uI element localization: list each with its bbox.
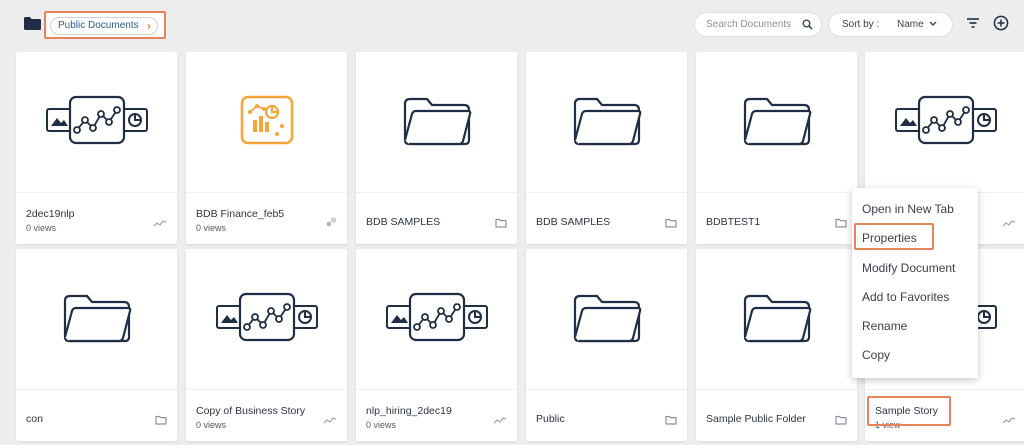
document-footer: con — [16, 389, 177, 441]
story-icon — [213, 289, 321, 350]
document-footer: BDB Finance_feb5 0 views — [186, 192, 347, 244]
document-footer: nlp_hiring_2dec19 0 views — [356, 389, 517, 441]
document-card[interactable]: Copy of Business Story 0 views — [186, 249, 347, 441]
trend-icon — [323, 412, 337, 430]
story-icon — [43, 92, 151, 153]
document-name[interactable]: BDB Finance_feb5 — [196, 208, 284, 220]
trend-icon — [493, 412, 507, 430]
document-views: 0 views — [366, 420, 397, 430]
document-views: 0 views — [26, 223, 57, 233]
document-name[interactable]: Public — [536, 413, 565, 425]
trend-icon — [1002, 412, 1016, 430]
menu-item-rename[interactable]: Rename — [862, 319, 907, 333]
folder-icon — [665, 215, 677, 233]
folder-icon — [155, 412, 167, 430]
document-card[interactable]: Public — [526, 249, 687, 441]
document-thumbnail[interactable] — [356, 249, 517, 389]
document-footer: BDBTEST1 — [696, 192, 857, 244]
document-footer: Public — [526, 389, 687, 441]
trend-icon — [1002, 215, 1016, 233]
document-views: 0 views — [196, 223, 227, 233]
add-icon[interactable] — [993, 15, 1009, 31]
document-footer: Copy of Business Story 0 views — [186, 389, 347, 441]
document-name[interactable]: BDBTEST1 — [706, 216, 760, 228]
document-card[interactable]: BDBTEST1 — [696, 52, 857, 244]
sort-label: Sort by : — [842, 19, 880, 30]
document-footer: Sample Public Folder — [696, 389, 857, 441]
document-thumbnail[interactable] — [16, 249, 177, 389]
document-thumbnail[interactable] — [186, 52, 347, 192]
menu-item-properties[interactable]: Properties — [862, 231, 917, 245]
document-name[interactable]: BDB SAMPLES — [366, 216, 440, 228]
folder-icon — [835, 412, 847, 430]
search-input[interactable]: Search Documents — [694, 12, 822, 37]
document-footer: 2dec19nlp 0 views — [16, 192, 177, 244]
breadcrumb: Public Documents › — [44, 11, 166, 39]
sort-dropdown[interactable]: Sort by : Name — [828, 12, 953, 37]
document-views: 0 views — [196, 420, 227, 430]
chevron-down-icon — [929, 21, 937, 26]
folder-icon — [741, 94, 813, 151]
filter-icon[interactable] — [966, 17, 980, 29]
document-name[interactable]: BDB SAMPLES — [536, 216, 610, 228]
folder-icon — [495, 215, 507, 233]
document-name[interactable]: Copy of Business Story — [196, 405, 305, 417]
sort-value: Name — [897, 19, 924, 30]
document-thumbnail[interactable] — [356, 52, 517, 192]
folder-icon — [835, 215, 847, 233]
document-thumbnail[interactable] — [16, 52, 177, 192]
document-card[interactable]: BDB SAMPLES — [356, 52, 517, 244]
breadcrumb-public-documents[interactable]: Public Documents › — [50, 17, 158, 35]
document-card[interactable]: BDB Finance_feb5 0 views — [186, 52, 347, 244]
menu-item-add-to-favorites[interactable]: Add to Favorites — [862, 290, 949, 304]
search-icon[interactable] — [802, 19, 813, 30]
search-placeholder: Search Documents — [706, 19, 792, 30]
document-card[interactable]: Sample Public Folder — [696, 249, 857, 441]
document-name[interactable]: 2dec19nlp — [26, 208, 74, 220]
document-thumbnail[interactable] — [696, 249, 857, 389]
dashboard-icon — [325, 215, 337, 233]
folder-icon — [61, 291, 133, 348]
top-toolbar: Public Documents › Search Documents Sort… — [0, 0, 1024, 46]
document-thumbnail[interactable] — [526, 52, 687, 192]
folder-icon — [401, 94, 473, 151]
folder-icon — [571, 94, 643, 151]
document-name[interactable]: con — [26, 413, 43, 425]
selected-document-highlight — [867, 396, 951, 426]
document-card[interactable]: nlp_hiring_2dec19 0 views — [356, 249, 517, 441]
dashboard-icon — [239, 94, 295, 151]
story-icon — [892, 92, 1000, 153]
document-thumbnail[interactable] — [526, 249, 687, 389]
context-menu: Open in New Tab Properties Modify Docume… — [852, 188, 978, 378]
document-thumbnail[interactable] — [696, 52, 857, 192]
document-card[interactable]: con — [16, 249, 177, 441]
menu-item-open-new-tab[interactable]: Open in New Tab — [862, 202, 954, 216]
document-thumbnail[interactable] — [865, 52, 1024, 192]
folder-icon — [571, 291, 643, 348]
folder-icon — [741, 291, 813, 348]
story-icon — [383, 289, 491, 350]
folder-icon — [665, 412, 677, 430]
folder-icon[interactable] — [24, 17, 41, 30]
menu-item-modify-document[interactable]: Modify Document — [862, 261, 955, 275]
breadcrumb-label: Public Documents — [58, 20, 139, 31]
document-name[interactable]: Sample Public Folder — [706, 413, 806, 425]
document-footer: BDB SAMPLES — [526, 192, 687, 244]
menu-item-copy[interactable]: Copy — [862, 348, 890, 362]
document-card[interactable]: BDB SAMPLES — [526, 52, 687, 244]
trend-icon — [153, 215, 167, 233]
document-name[interactable]: nlp_hiring_2dec19 — [366, 405, 452, 417]
chevron-right-icon: › — [147, 19, 151, 33]
document-footer: BDB SAMPLES — [356, 192, 517, 244]
document-thumbnail[interactable] — [186, 249, 347, 389]
document-card[interactable]: 2dec19nlp 0 views — [16, 52, 177, 244]
